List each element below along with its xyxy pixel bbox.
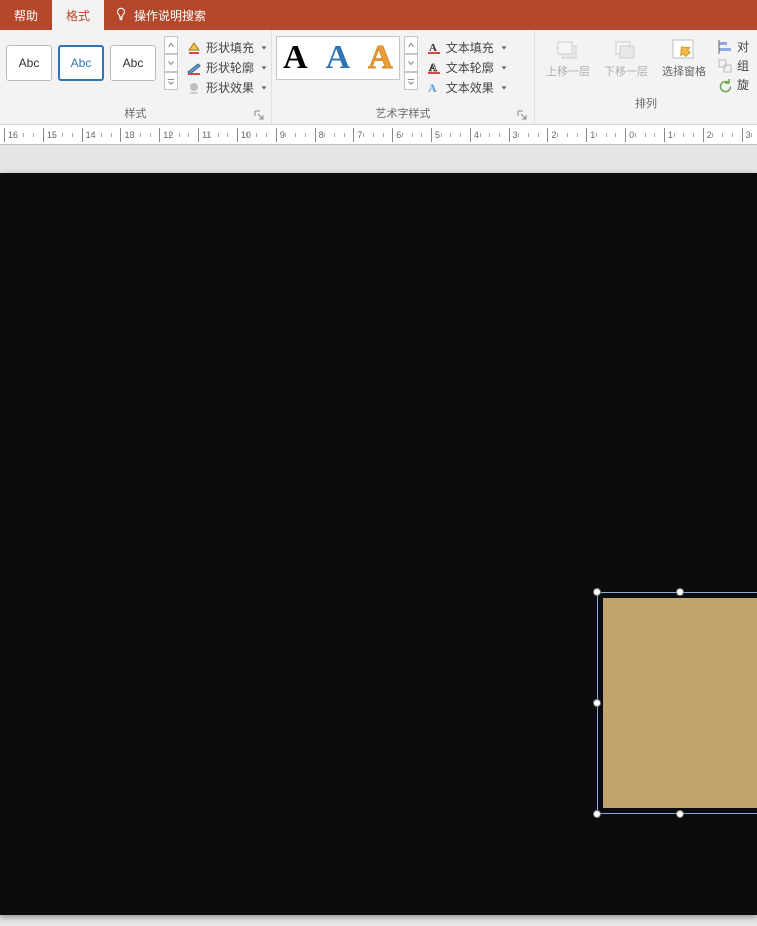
group-btn-label: 组 bbox=[737, 57, 749, 74]
align-icon bbox=[717, 39, 733, 55]
chevron-down-icon bbox=[260, 41, 268, 55]
arrange-right-stack: 对 组 旋 bbox=[717, 36, 749, 93]
rotate-icon bbox=[717, 77, 733, 93]
canvas-margin-top bbox=[0, 145, 757, 173]
canvas-area bbox=[0, 145, 757, 926]
wordart-scroll-down[interactable] bbox=[404, 54, 418, 72]
send-backward-button[interactable]: 下移一层 bbox=[601, 36, 651, 78]
selection-pane-button[interactable]: 选择窗格 bbox=[659, 36, 709, 78]
shape-style-gallery[interactable]: Abc Abc Abc bbox=[4, 36, 178, 90]
shape-style-thumb-1[interactable]: Abc bbox=[6, 45, 52, 81]
chevron-down-icon bbox=[500, 41, 508, 55]
resize-handle-bottom-center[interactable] bbox=[676, 810, 684, 818]
shape-fill-label: 形状填充 bbox=[206, 39, 254, 56]
horizontal-ruler[interactable]: 161514131211109876543210123 bbox=[0, 125, 757, 145]
group-icon bbox=[717, 58, 733, 74]
chevron-down-icon bbox=[260, 61, 268, 75]
resize-handle-middle-left[interactable] bbox=[593, 699, 601, 707]
shape-style-thumb-3[interactable]: Abc bbox=[110, 45, 156, 81]
text-effects-icon: A bbox=[426, 80, 442, 96]
selection-pane-label: 选择窗格 bbox=[662, 66, 706, 78]
lightbulb-icon bbox=[114, 7, 128, 24]
wordart-menu-stack: A 文本填充 A 文本轮廓 A 文本效果 bbox=[422, 36, 512, 97]
tab-format[interactable]: 格式 bbox=[52, 0, 104, 30]
rotate-button[interactable]: 旋 bbox=[717, 76, 749, 93]
align-button[interactable]: 对 bbox=[717, 38, 749, 55]
dialog-launcher-shape-styles[interactable] bbox=[253, 109, 265, 121]
shape-outline-button[interactable]: 形状轮廓 bbox=[182, 58, 272, 77]
group-label-shape-styles: 样式 bbox=[4, 103, 267, 124]
bring-forward-label: 上移一层 bbox=[546, 66, 590, 78]
chevron-down-icon bbox=[500, 61, 508, 75]
resize-handle-top-center[interactable] bbox=[676, 588, 684, 596]
wordart-thumb-1[interactable]: A bbox=[283, 41, 308, 75]
chevron-down-icon bbox=[260, 81, 268, 95]
shape-outline-label: 形状轮廓 bbox=[206, 59, 254, 76]
text-fill-icon: A bbox=[426, 40, 442, 56]
dialog-launcher-wordart[interactable] bbox=[516, 109, 528, 121]
bring-forward-icon bbox=[552, 36, 584, 64]
wordart-gallery-spinner bbox=[404, 36, 418, 90]
wordart-thumb-2[interactable]: A bbox=[326, 41, 351, 75]
shape-outline-icon bbox=[186, 60, 202, 76]
gallery-more[interactable] bbox=[164, 72, 178, 90]
gallery-scroll-down[interactable] bbox=[164, 54, 178, 72]
text-outline-button[interactable]: A 文本轮廓 bbox=[422, 58, 512, 77]
shape-style-menu-stack: 形状填充 形状轮廓 形状效果 bbox=[182, 36, 272, 97]
shape-effects-button[interactable]: 形状效果 bbox=[182, 78, 272, 97]
group-wordart-styles: A A A A 文本填充 A 文本轮廓 bbox=[272, 30, 535, 124]
group-label-wordart: 艺术字样式 bbox=[276, 103, 530, 124]
text-fill-button[interactable]: A 文本填充 bbox=[422, 38, 512, 57]
wordart-thumb-3[interactable]: A bbox=[368, 41, 393, 75]
ribbon: Abc Abc Abc 形状填充 形状轮廓 bbox=[0, 30, 757, 125]
selected-shape[interactable] bbox=[597, 592, 757, 814]
shape-effects-label: 形状效果 bbox=[206, 79, 254, 96]
wordart-scroll-up[interactable] bbox=[404, 36, 418, 54]
send-backward-label: 下移一层 bbox=[604, 66, 648, 78]
text-effects-label: 文本效果 bbox=[446, 79, 494, 96]
tab-help[interactable]: 帮助 bbox=[0, 0, 52, 30]
shape-rectangle[interactable] bbox=[603, 598, 757, 808]
group-arrange: 上移一层 下移一层 选择窗格 对 组 bbox=[535, 30, 757, 124]
tell-me-label: 操作说明搜索 bbox=[134, 7, 206, 24]
text-fill-label: 文本填充 bbox=[446, 39, 494, 56]
tab-bar: 帮助 格式 操作说明搜索 bbox=[0, 0, 757, 30]
selection-pane-icon bbox=[668, 36, 700, 64]
gallery-spinner bbox=[164, 36, 178, 90]
group-shape-styles: Abc Abc Abc 形状填充 形状轮廓 bbox=[0, 30, 272, 124]
resize-handle-bottom-left[interactable] bbox=[593, 810, 601, 818]
text-outline-icon: A bbox=[426, 60, 442, 76]
gallery-scroll-up[interactable] bbox=[164, 36, 178, 54]
text-outline-label: 文本轮廓 bbox=[446, 59, 494, 76]
tell-me-search[interactable]: 操作说明搜索 bbox=[104, 0, 216, 30]
text-effects-button[interactable]: A 文本效果 bbox=[422, 78, 512, 97]
shape-effects-icon bbox=[186, 80, 202, 96]
shape-style-thumb-2[interactable]: Abc bbox=[58, 45, 104, 81]
resize-handle-top-left[interactable] bbox=[593, 588, 601, 596]
svg-text:A: A bbox=[428, 81, 437, 95]
shape-fill-button[interactable]: 形状填充 bbox=[182, 38, 272, 57]
wordart-more[interactable] bbox=[404, 72, 418, 90]
group-button[interactable]: 组 bbox=[717, 57, 749, 74]
chevron-down-icon bbox=[500, 81, 508, 95]
wordart-gallery[interactable]: A A A bbox=[276, 36, 400, 80]
send-backward-icon bbox=[610, 36, 642, 64]
align-label: 对 bbox=[737, 38, 749, 55]
bring-forward-button[interactable]: 上移一层 bbox=[543, 36, 593, 78]
rotate-label: 旋 bbox=[737, 76, 749, 93]
shape-fill-icon bbox=[186, 40, 202, 56]
group-label-arrange: 排列 bbox=[539, 93, 753, 114]
